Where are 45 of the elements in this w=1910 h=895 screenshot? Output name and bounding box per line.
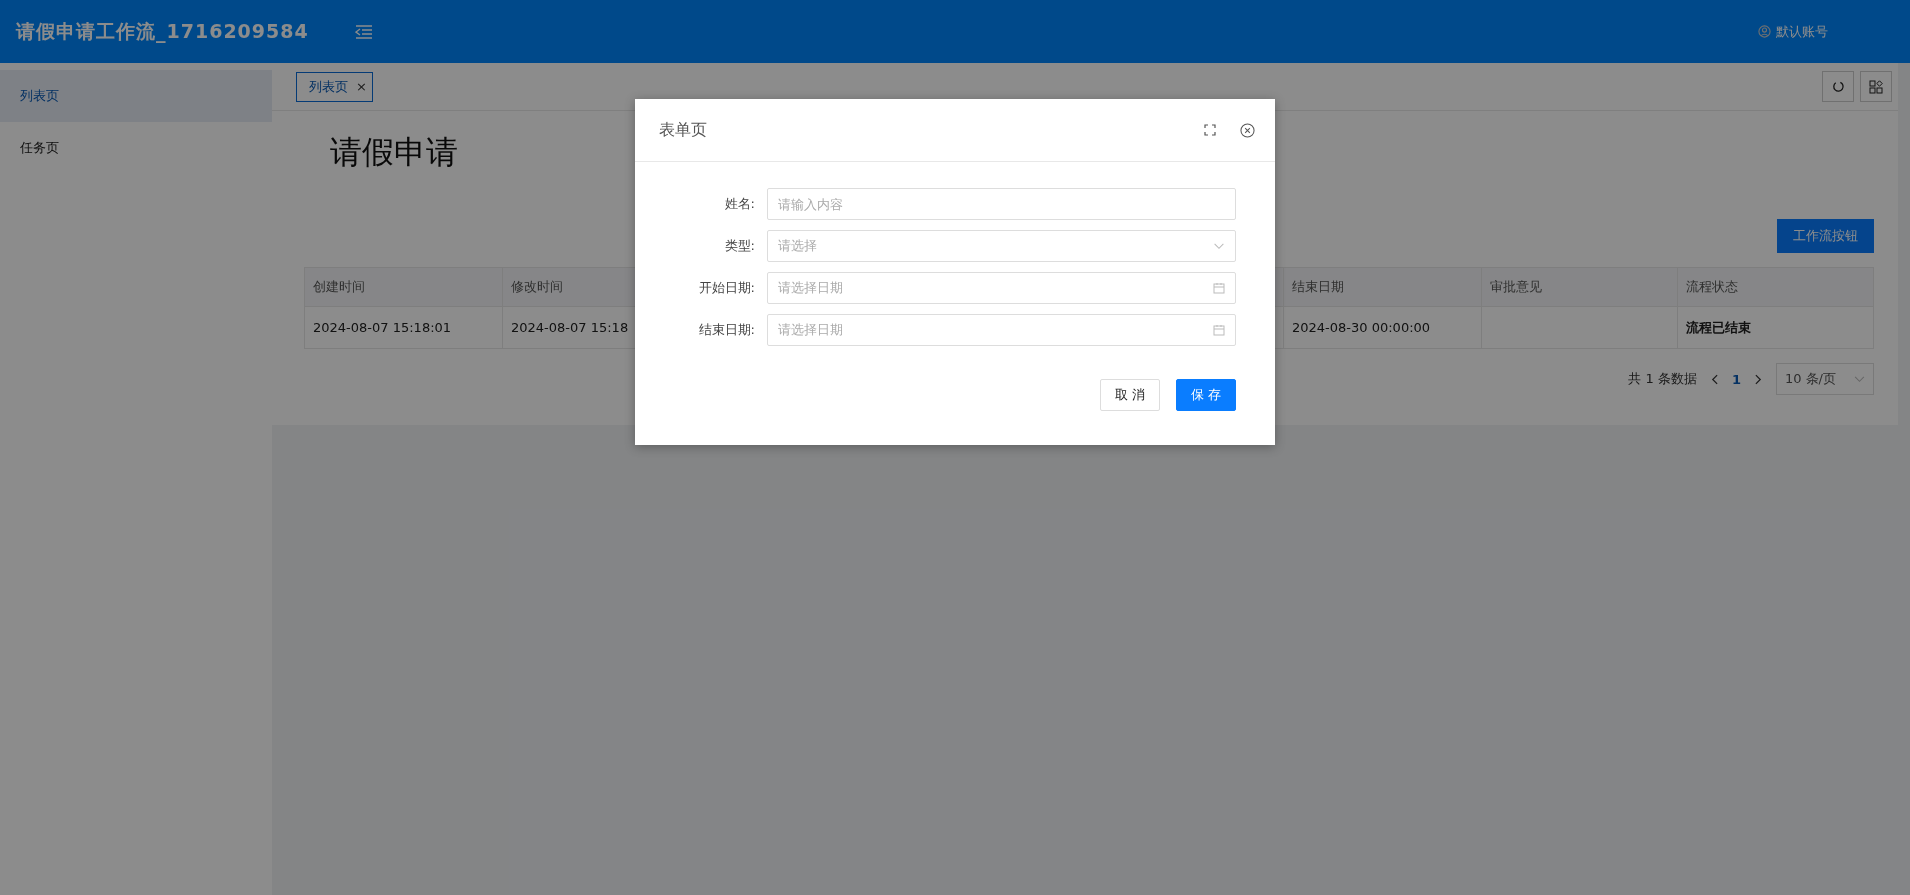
table-cell: 2024-08-30 00:00:00 <box>1284 307 1482 349</box>
input-field[interactable]: 请输入内容 <box>767 188 1236 220</box>
column-header: 创建时间 <box>305 267 503 307</box>
sidebar-item[interactable]: 列表页 <box>0 70 272 122</box>
apps-icon <box>1869 79 1883 94</box>
page-number[interactable]: 1 <box>1731 371 1741 387</box>
refresh-button[interactable] <box>1822 71 1854 102</box>
field-label: 姓名: <box>723 195 755 213</box>
workflow-button[interactable]: 工作流按钮 <box>1777 219 1874 253</box>
apps-button[interactable] <box>1860 71 1892 102</box>
calendar-icon <box>1213 324 1225 336</box>
close-icon[interactable]: × <box>356 79 367 94</box>
collapse-menu-icon[interactable] <box>354 24 373 39</box>
close-icon[interactable] <box>1240 122 1255 138</box>
table-cell: 2024-08-07 15:18:01 <box>305 307 503 349</box>
fullscreen-icon[interactable] <box>1204 124 1216 136</box>
save-button[interactable]: 保 存 <box>1175 379 1236 411</box>
calendar-icon <box>1213 282 1225 294</box>
cancel-button[interactable]: 取 消 <box>1099 379 1160 411</box>
table-cell: 流程已结束 <box>1678 307 1874 349</box>
app-title: 请假申请工作流_1716209584 <box>16 18 309 45</box>
next-page-icon[interactable] <box>1754 373 1762 385</box>
page-title: 请假申请 <box>330 132 459 173</box>
user-icon <box>1758 25 1771 38</box>
date-field[interactable]: 请选择日期 <box>767 314 1236 346</box>
refresh-icon <box>1831 80 1845 93</box>
page-size-select[interactable]: 10 条/页 <box>1775 363 1874 395</box>
previous-page-icon[interactable] <box>1710 373 1718 385</box>
field-label: 类型: <box>723 237 755 255</box>
total-count: 共 1 条数据 <box>1628 370 1697 388</box>
chevron-down-icon <box>1213 242 1225 250</box>
page-tab[interactable]: 列表页 × <box>296 71 373 102</box>
chevron-down-icon <box>1854 375 1865 383</box>
date-field[interactable]: 请选择日期 <box>767 272 1236 304</box>
dialog-title: 表单页 <box>659 119 707 141</box>
select-field[interactable]: 请选择 <box>767 230 1236 262</box>
field-label: 结束日期: <box>697 321 755 339</box>
column-header: 结束日期 <box>1284 267 1482 307</box>
column-header: 审批意见 <box>1482 267 1678 307</box>
page-size-value: 10 条/页 <box>1784 370 1836 388</box>
sidebar-item[interactable]: 任务页 <box>0 122 272 174</box>
account-menu[interactable]: 默认账号 <box>1752 21 1834 42</box>
tab-label: 列表页 <box>309 77 348 96</box>
field-label: 开始日期: <box>697 279 755 297</box>
column-header: 流程状态 <box>1678 267 1874 307</box>
